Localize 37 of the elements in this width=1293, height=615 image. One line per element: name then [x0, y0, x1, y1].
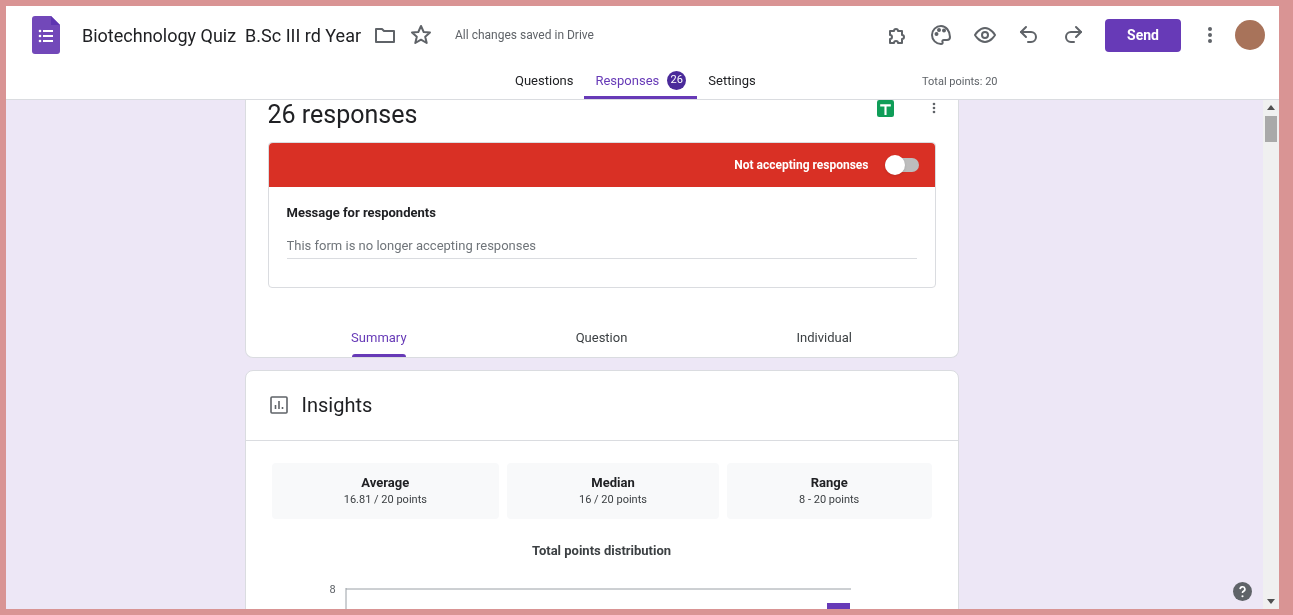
responses-heading: 26 responses: [267, 100, 418, 132]
send-button[interactable]: Send: [1105, 18, 1181, 52]
total-points: Total points: 20: [922, 73, 998, 90]
avatar[interactable]: [1235, 20, 1265, 50]
chart-title: Total points distribution: [531, 541, 672, 560]
axis-tick-label: 8: [329, 582, 337, 598]
stat-value: 8 - 20 points: [799, 492, 860, 508]
scrollbar[interactable]: [1263, 100, 1279, 609]
message-label: Message for respondents: [286, 204, 437, 222]
more-options-icon[interactable]: [1207, 26, 1213, 44]
accepting-label: Not accepting responses: [734, 157, 869, 174]
stat-label: Median: [591, 473, 635, 492]
count-badge: 26: [667, 71, 687, 90]
star-icon[interactable]: [409, 23, 434, 47]
view-tab[interactable]: Summary: [267, 313, 491, 357]
insights-title: Insights: [301, 392, 373, 419]
palette-icon[interactable]: [929, 23, 953, 47]
accepting-toggle[interactable]: [884, 158, 919, 172]
form-title[interactable]: Biotechnology Quiz B.Sc III rd Year: [82, 21, 362, 49]
view-tab[interactable]: Question: [490, 313, 713, 357]
help-icon[interactable]: [1232, 582, 1252, 601]
stat-label: Range: [810, 473, 848, 492]
stat-value: 16.81 / 20 points: [343, 492, 427, 508]
scroll-up-icon[interactable]: [1267, 105, 1275, 110]
more-options-icon[interactable]: [931, 101, 936, 115]
view-tab[interactable]: Individual: [712, 313, 936, 357]
save-status: All changes saved in Drive: [455, 27, 594, 44]
spreadsheet-icon[interactable]: [876, 100, 894, 117]
message-field[interactable]: This form is no longer accepting responses: [286, 232, 917, 259]
scroll-down-icon[interactable]: [1267, 599, 1275, 604]
scrollbar-thumb[interactable]: [1265, 116, 1277, 142]
bar-chart-icon: [269, 396, 288, 414]
stat-label: Average: [361, 473, 410, 492]
header-tab[interactable]: Settings: [697, 65, 767, 99]
header-tab[interactable]: Questions: [504, 65, 585, 99]
stat-value: 16 / 20 points: [579, 492, 647, 508]
forms-logo-icon[interactable]: [32, 16, 60, 54]
